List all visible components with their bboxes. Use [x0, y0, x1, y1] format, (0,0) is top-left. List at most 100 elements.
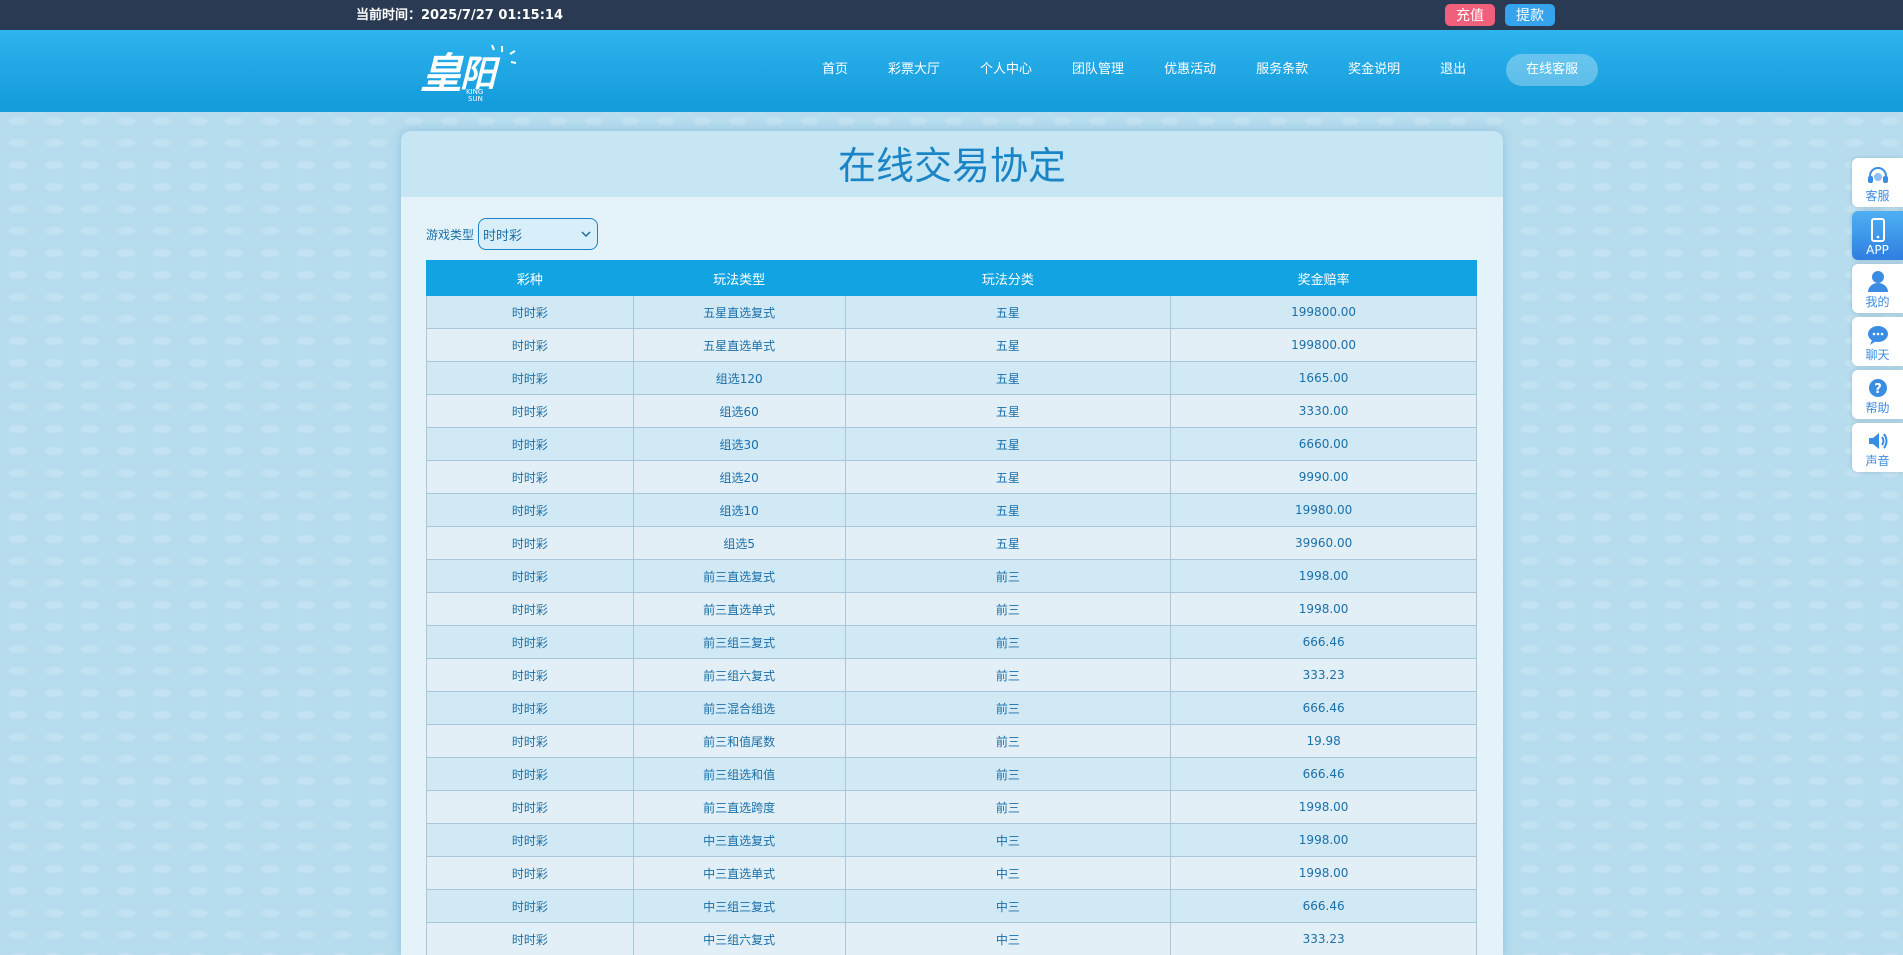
- cell-odds: 1998.00: [1170, 823, 1477, 857]
- float-chat[interactable]: 聊天: [1852, 317, 1903, 366]
- cell-play-category: 前三: [844, 757, 1172, 791]
- current-time: 当前时间：2025/7/27 01:15:14: [356, 8, 564, 23]
- cell-play-type: 前三直选单式: [632, 592, 846, 626]
- cell-odds: 333.23: [1170, 922, 1477, 955]
- odds-table: 彩种 玩法类型 玩法分类 奖金赔率 时时彩 五星直选复式 五星 199800.00 时时…: [426, 260, 1477, 955]
- cell-play-type: 五星直选复式: [632, 295, 846, 329]
- table-row: 时时彩 前三组六复式 前三 333.23: [426, 658, 1477, 692]
- header-play-category: 玩法分类: [844, 260, 1172, 296]
- game-type-select[interactable]: 时时彩: [478, 218, 599, 250]
- cell-play-type: 组选20: [632, 460, 846, 494]
- cell-odds: 19980.00: [1170, 493, 1477, 527]
- table-row: 时时彩 组选30 五星 6660.00: [426, 427, 1477, 461]
- nav-lottery-hall[interactable]: 彩票大厅: [888, 54, 940, 86]
- recharge-button[interactable]: 充值: [1445, 4, 1495, 26]
- cell-play-type: 中三组三复式: [632, 889, 846, 923]
- user-icon: [1867, 271, 1888, 292]
- table-row: 时时彩 组选5 五星 39960.00: [426, 526, 1477, 560]
- cell-play-category: 五星: [844, 328, 1172, 362]
- phone-icon: [1870, 218, 1885, 242]
- cell-play-type: 前三直选复式: [632, 559, 846, 593]
- cell-play-category: 五星: [844, 427, 1172, 461]
- logo[interactable]: 皇 阳 KING SUN: [420, 42, 517, 103]
- cell-lottery: 时时彩: [426, 856, 634, 890]
- float-support[interactable]: 客服: [1852, 158, 1903, 207]
- cell-odds: 39960.00: [1170, 526, 1477, 560]
- nav-terms[interactable]: 服务条款: [1256, 54, 1308, 86]
- main-panel: 在线交易协定 游戏类型 时时彩 彩种 玩法类型 玩法分类 奖金赔率 时时彩 五星直…: [401, 131, 1503, 955]
- speaker-icon: [1868, 433, 1887, 449]
- cell-lottery: 时时彩: [426, 427, 634, 461]
- float-sound[interactable]: 声音: [1852, 423, 1903, 472]
- cell-odds: 666.46: [1170, 625, 1477, 659]
- chat-icon: [1867, 326, 1888, 345]
- nav-personal-center[interactable]: 个人中心: [980, 54, 1032, 86]
- nav-online-support[interactable]: 在线客服: [1506, 54, 1599, 86]
- cell-lottery: 时时彩: [426, 493, 634, 527]
- chevron-down-icon: [581, 227, 591, 242]
- table-row: 时时彩 中三组三复式 中三 666.46: [426, 889, 1477, 923]
- header-play-type: 玩法类型: [632, 260, 846, 296]
- table-row: 时时彩 五星直选复式 五星 199800.00: [426, 295, 1477, 329]
- float-label: 帮助: [1865, 401, 1890, 415]
- right-float-bar: 客服 APP 我的 聊天 ? 帮助 声音: [1852, 158, 1903, 476]
- float-help[interactable]: ? 帮助: [1852, 370, 1903, 419]
- cell-play-category: 前三: [844, 625, 1172, 659]
- float-label: 我的: [1865, 295, 1890, 309]
- cell-odds: 6660.00: [1170, 427, 1477, 461]
- cell-play-type: 前三直选跨度: [632, 790, 846, 824]
- cell-play-type: 中三直选单式: [632, 856, 846, 890]
- cell-play-type: 前三和值尾数: [632, 724, 846, 758]
- cell-odds: 3330.00: [1170, 394, 1477, 428]
- cell-lottery: 时时彩: [426, 790, 634, 824]
- table-row: 时时彩 前三和值尾数 前三 19.98: [426, 724, 1477, 758]
- main-nav: 首页 彩票大厅 个人中心 团队管理 优惠活动 服务条款 奖金说明 退出 在线客服: [822, 54, 1599, 86]
- cell-play-category: 五星: [844, 493, 1172, 527]
- cell-play-type: 前三组六复式: [632, 658, 846, 692]
- float-label: 聊天: [1865, 348, 1890, 362]
- cell-play-category: 中三: [844, 856, 1172, 890]
- cell-odds: 1665.00: [1170, 361, 1477, 395]
- nav-bonus-info[interactable]: 奖金说明: [1348, 54, 1400, 86]
- nav-home[interactable]: 首页: [822, 54, 848, 86]
- game-type-value: 时时彩: [483, 228, 523, 244]
- nav-team-management[interactable]: 团队管理: [1072, 54, 1124, 86]
- nav-promotions[interactable]: 优惠活动: [1164, 54, 1216, 86]
- cell-play-type: 组选120: [632, 361, 846, 395]
- table-row: 时时彩 前三直选单式 前三 1998.00: [426, 592, 1477, 626]
- nav-logout[interactable]: 退出: [1440, 54, 1466, 86]
- cell-odds: 9990.00: [1170, 460, 1477, 494]
- header: 皇 阳 KING SUN 首页 彩票大厅 个人中心 团队管理 优惠活动 服务条款…: [0, 30, 1903, 112]
- cell-lottery: 时时彩: [426, 724, 634, 758]
- page-title: 在线交易协定: [837, 144, 1066, 188]
- cell-play-category: 五星: [844, 295, 1172, 329]
- cell-play-type: 组选30: [632, 427, 846, 461]
- svg-text:皇: 皇: [420, 49, 464, 98]
- cell-lottery: 时时彩: [426, 295, 634, 329]
- table-row: 时时彩 前三直选跨度 前三 1998.00: [426, 790, 1477, 824]
- float-app[interactable]: APP: [1852, 211, 1903, 260]
- cell-play-category: 前三: [844, 724, 1172, 758]
- cell-play-type: 中三直选复式: [632, 823, 846, 857]
- cell-odds: 666.46: [1170, 691, 1477, 725]
- cell-lottery: 时时彩: [426, 823, 634, 857]
- withdraw-button[interactable]: 提款: [1505, 4, 1555, 26]
- float-mine[interactable]: 我的: [1852, 264, 1903, 313]
- cell-lottery: 时时彩: [426, 526, 634, 560]
- cell-play-category: 中三: [844, 889, 1172, 923]
- table-header-row: 彩种 玩法类型 玩法分类 奖金赔率: [426, 260, 1477, 296]
- table-row: 时时彩 前三组选和值 前三 666.46: [426, 757, 1477, 791]
- cell-odds: 199800.00: [1170, 295, 1477, 329]
- cell-odds: 19.98: [1170, 724, 1477, 758]
- float-label: 客服: [1865, 189, 1890, 203]
- cell-play-category: 五星: [844, 394, 1172, 428]
- cell-odds: 1998.00: [1170, 559, 1477, 593]
- table-row: 时时彩 组选10 五星 19980.00: [426, 493, 1477, 527]
- cell-play-category: 前三: [844, 691, 1172, 725]
- table-row: 时时彩 前三直选复式 前三 1998.00: [426, 559, 1477, 593]
- cell-play-category: 五星: [844, 460, 1172, 494]
- cell-play-category: 中三: [844, 823, 1172, 857]
- cell-lottery: 时时彩: [426, 592, 634, 626]
- cell-lottery: 时时彩: [426, 691, 634, 725]
- cell-play-category: 前三: [844, 592, 1172, 626]
